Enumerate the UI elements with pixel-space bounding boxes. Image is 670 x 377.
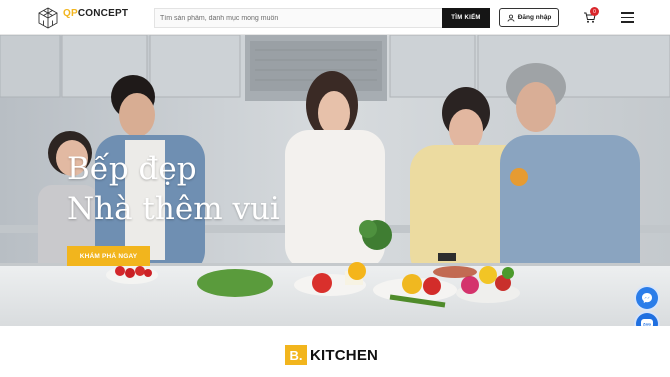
logo-text: QPCONCEPT xyxy=(63,8,129,19)
hero-title-line1: Bếp đẹp xyxy=(67,151,197,187)
messenger-icon xyxy=(642,293,652,303)
search-input[interactable] xyxy=(155,9,443,27)
explore-now-button[interactable]: KHÁM PHÁ NGAY xyxy=(67,246,150,266)
search-button[interactable]: TÌM KIẾM xyxy=(442,8,490,28)
hamburger-menu-icon[interactable] xyxy=(621,12,634,23)
logo[interactable]: QPCONCEPT xyxy=(36,6,136,30)
hero-title-line2: Nhà thêm vui xyxy=(67,191,280,227)
login-button[interactable]: Đăng nhập xyxy=(499,8,559,27)
cart-count-badge: 0 xyxy=(590,7,599,16)
messenger-button[interactable] xyxy=(636,287,658,309)
b-kitchen-heading: B. KITCHEN xyxy=(285,345,378,365)
logo-cube-icon xyxy=(38,7,58,29)
b-kitchen-title: KITCHEN xyxy=(310,346,379,364)
b-kitchen-badge: B. xyxy=(285,345,307,365)
site-header: QPCONCEPT TÌM KIẾM Đăng nhập 0 xyxy=(0,0,670,35)
search-bar: TÌM KIẾM xyxy=(154,8,490,28)
hero-banner: Bếp đẹp Nhà thêm vui KHÁM PHÁ NGAY xyxy=(0,35,670,326)
login-label: Đăng nhập xyxy=(517,14,552,21)
user-icon xyxy=(507,14,515,22)
section-header: B. KITCHEN xyxy=(0,326,670,377)
hero-title: Bếp đẹp Nhà thêm vui xyxy=(67,149,280,229)
cart-button[interactable]: 0 xyxy=(583,7,599,25)
